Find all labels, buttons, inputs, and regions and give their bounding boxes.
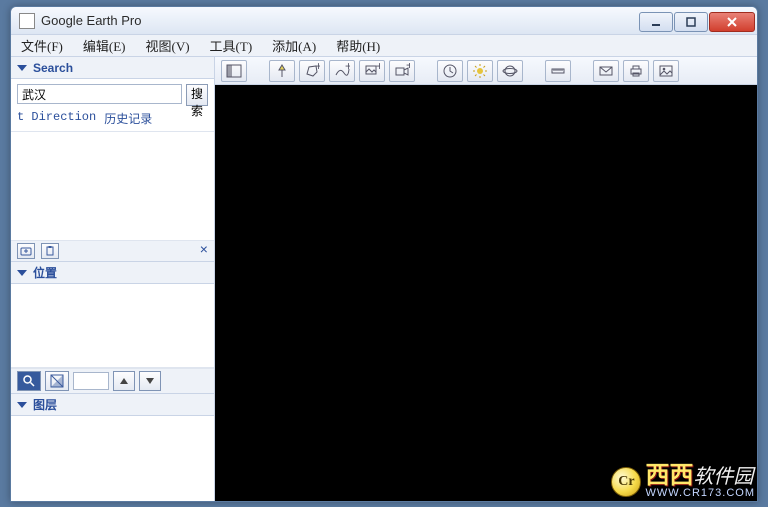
opacity-icon xyxy=(50,374,64,388)
add-polygon-button[interactable]: + xyxy=(299,60,325,82)
clipboard-icon xyxy=(44,245,56,257)
planet-icon xyxy=(502,63,518,79)
window-controls xyxy=(638,10,757,32)
sidebar-icon xyxy=(226,63,242,79)
email-icon xyxy=(598,63,614,79)
places-panel-body xyxy=(11,284,214,368)
opacity-up-button[interactable] xyxy=(113,371,135,391)
body: Search 搜索 t Direction 历史记录 xyxy=(11,57,757,501)
add-path-button[interactable]: + xyxy=(329,60,355,82)
camera-icon: + xyxy=(394,63,410,79)
minimize-button[interactable] xyxy=(639,12,673,32)
watermark-suffix: 软件园 xyxy=(693,467,753,487)
watermark-url: WWW.CR173.COM xyxy=(645,488,755,499)
collapse-icon xyxy=(17,402,27,408)
menubar: 文件(F) 编辑(E) 视图(V) 工具(T) 添加(A) 帮助(H) xyxy=(11,35,757,57)
clock-icon xyxy=(442,63,458,79)
window-title: Google Earth Pro xyxy=(41,13,141,28)
save-to-places-button[interactable] xyxy=(17,243,35,259)
svg-text:+: + xyxy=(315,63,320,73)
arrow-down-icon xyxy=(145,376,155,386)
search-panel-body: 搜索 t Direction 历史记录 xyxy=(11,79,214,132)
watermark-char-1: 西 xyxy=(645,464,669,488)
search-button[interactable]: 搜索 xyxy=(186,84,208,106)
pushpin-icon xyxy=(274,63,290,79)
close-icon xyxy=(726,16,738,28)
search-footer: × xyxy=(11,240,214,262)
map-viewport[interactable]: Cr 西 西 软件园 WWW.CR173.COM xyxy=(215,85,757,501)
watermark-char-2: 西 xyxy=(669,464,693,488)
layers-panel-title: 图层 xyxy=(33,396,57,413)
watermark: Cr 西 西 软件园 WWW.CR173.COM xyxy=(611,464,755,499)
app-icon xyxy=(19,13,35,29)
save-image-icon xyxy=(658,63,674,79)
search-panel-header[interactable]: Search xyxy=(11,57,214,79)
svg-text:+: + xyxy=(376,63,380,73)
watermark-badge: Cr xyxy=(611,467,641,497)
copy-results-button[interactable] xyxy=(41,243,59,259)
add-placemark-button[interactable] xyxy=(269,60,295,82)
search-input[interactable] xyxy=(17,84,182,104)
email-button[interactable] xyxy=(593,60,619,82)
stage: + + + + xyxy=(215,57,757,501)
menu-help[interactable]: 帮助(H) xyxy=(330,34,386,57)
opacity-value-field[interactable] xyxy=(73,372,109,390)
menu-tools[interactable]: 工具(T) xyxy=(204,34,259,57)
titlebar: Google Earth Pro xyxy=(11,7,757,35)
search-results xyxy=(11,132,214,240)
adjust-opacity-button[interactable] xyxy=(45,371,69,391)
sidebar: Search 搜索 t Direction 历史记录 xyxy=(11,57,215,501)
add-image-overlay-button[interactable]: + xyxy=(359,60,385,82)
clear-results-button[interactable]: × xyxy=(200,243,208,259)
save-image-button[interactable] xyxy=(653,60,679,82)
sun-icon xyxy=(472,63,488,79)
menu-edit[interactable]: 编辑(E) xyxy=(77,34,132,57)
search-row: 搜索 xyxy=(17,84,208,106)
planets-button[interactable] xyxy=(497,60,523,82)
layers-panel-body xyxy=(11,416,214,501)
history-link[interactable]: 历史记录 xyxy=(104,110,152,127)
record-tour-button[interactable]: + xyxy=(389,60,415,82)
places-footer xyxy=(11,368,214,394)
minimize-icon xyxy=(650,16,662,28)
menu-add[interactable]: 添加(A) xyxy=(266,34,322,57)
close-button[interactable] xyxy=(709,12,755,32)
ruler-button[interactable] xyxy=(545,60,571,82)
search-links: t Direction 历史记录 xyxy=(17,110,208,127)
arrow-up-icon xyxy=(119,376,129,386)
opacity-down-button[interactable] xyxy=(139,371,161,391)
get-directions-link[interactable]: t Direction xyxy=(17,110,96,127)
layers-panel-header[interactable]: 图层 xyxy=(11,394,214,416)
sunlight-button[interactable] xyxy=(467,60,493,82)
search-panel-title: Search xyxy=(33,61,73,75)
places-panel-title: 位置 xyxy=(33,264,57,281)
ruler-icon xyxy=(550,63,566,79)
magnifier-icon xyxy=(22,374,36,388)
watermark-text: 西 西 软件园 WWW.CR173.COM xyxy=(645,464,755,499)
maximize-button[interactable] xyxy=(674,12,708,32)
hide-sidebar-button[interactable] xyxy=(221,60,247,82)
print-icon xyxy=(628,63,644,79)
folder-plus-icon xyxy=(20,245,32,257)
collapse-icon xyxy=(17,65,27,71)
path-icon: + xyxy=(334,63,350,79)
collapse-icon xyxy=(17,270,27,276)
menu-file[interactable]: 文件(F) xyxy=(15,34,69,57)
image-overlay-icon: + xyxy=(364,63,380,79)
maximize-icon xyxy=(685,16,697,28)
svg-text:+: + xyxy=(345,63,350,73)
toolbar: + + + + xyxy=(215,57,757,85)
menu-view[interactable]: 视图(V) xyxy=(140,34,196,57)
places-panel-header[interactable]: 位置 xyxy=(11,262,214,284)
application-window: Google Earth Pro 文件(F) 编辑(E) 视图(V) 工具(T)… xyxy=(10,6,758,502)
tour-search-button[interactable] xyxy=(17,371,41,391)
svg-text:+: + xyxy=(406,63,410,72)
polygon-icon: + xyxy=(304,63,320,79)
print-button[interactable] xyxy=(623,60,649,82)
historical-imagery-button[interactable] xyxy=(437,60,463,82)
